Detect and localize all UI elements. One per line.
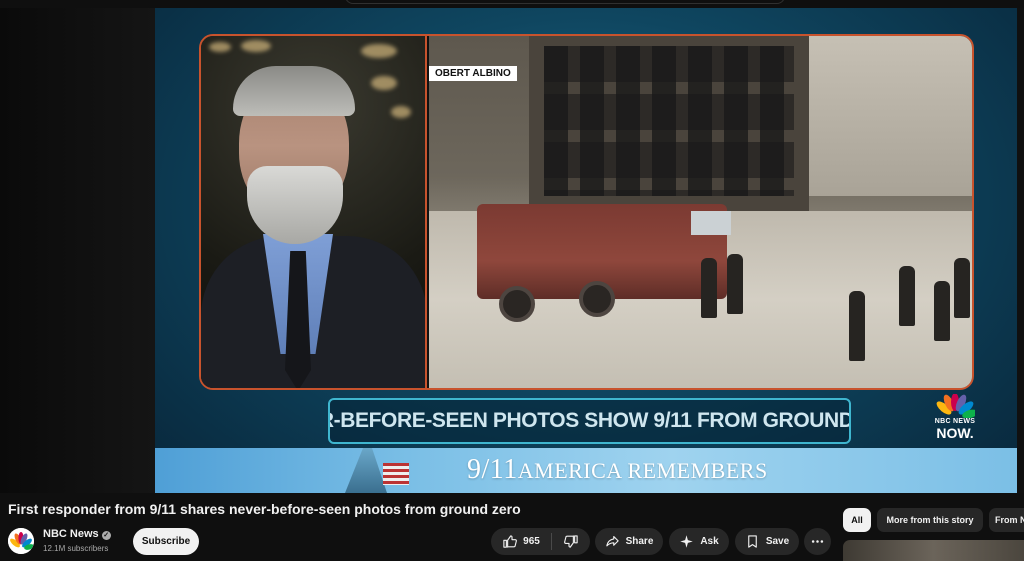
banner-title: 9/11AMERICA REMEMBERS <box>467 454 768 486</box>
ask-label: Ask <box>700 536 719 547</box>
photo-dusty-sky <box>809 36 972 196</box>
logo-text-nbc-news: NBC NEWS <box>934 418 976 425</box>
verified-icon: ✓ <box>101 531 111 540</box>
logo-text-now: NOW. <box>936 425 974 441</box>
dislike-button[interactable] <box>552 528 590 555</box>
like-count: 965 <box>523 536 540 547</box>
sparkle-icon <box>680 535 694 548</box>
search-box-edge[interactable] <box>345 0 785 4</box>
banner-flag-graphic <box>383 463 409 485</box>
chip-more-from-this-story[interactable]: More from this story <box>877 508 983 532</box>
bokeh-light <box>391 106 411 118</box>
peacock-icon <box>8 528 34 554</box>
channel-avatar[interactable] <box>8 528 34 554</box>
channel-name-row[interactable]: NBC News ✓ <box>43 528 111 540</box>
photo-credit-tag: OBERT ALBINO <box>429 66 517 81</box>
subscriber-count: 12.1M subscribers <box>43 544 109 553</box>
america-remembers-banner: 9/11AMERICA REMEMBERS <box>155 448 1017 493</box>
banner-title-text: AMERICA REMEMBERS <box>517 458 768 483</box>
photo-truck-wheel <box>499 286 535 322</box>
masthead <box>0 0 1024 8</box>
chip-from-channel[interactable]: From N <box>989 508 1024 532</box>
bookmark-icon <box>748 535 757 548</box>
channel-name[interactable]: NBC News <box>43 528 99 540</box>
youtube-watch-page: OBERT ALBINO NEVER-BEFORE-SEEN PHOTOS SH… <box>0 0 1024 561</box>
video-headline-lower-third: NEVER-BEFORE-SEEN PHOTOS SHOW 9/11 FROM … <box>328 398 851 444</box>
peacock-icon <box>936 394 975 418</box>
bokeh-light <box>371 76 397 90</box>
thumb-up-icon <box>503 535 518 548</box>
save-label: Save <box>765 536 790 547</box>
photo-firefighter <box>701 258 717 318</box>
player-letterbox-left <box>0 8 155 493</box>
man-beard <box>247 166 343 244</box>
split-screen-frame: OBERT ALBINO <box>199 34 974 390</box>
ask-button[interactable]: Ask <box>669 528 729 555</box>
photo-firefighter <box>954 258 970 318</box>
archival-photo: OBERT ALBINO <box>429 36 972 388</box>
bokeh-light <box>241 40 271 52</box>
related-video-thumbnail[interactable] <box>843 540 1024 561</box>
photo-firefighter <box>899 266 915 326</box>
video-player[interactable]: OBERT ALBINO NEVER-BEFORE-SEEN PHOTOS SH… <box>0 8 1024 493</box>
nbc-news-now-logo: NBC NEWS NOW. <box>931 394 979 442</box>
player-letterbox-right <box>1017 8 1024 493</box>
chip-all[interactable]: All <box>843 508 871 532</box>
video-frame[interactable]: OBERT ALBINO NEVER-BEFORE-SEEN PHOTOS SH… <box>155 8 1017 493</box>
like-button[interactable]: 965 <box>491 528 551 555</box>
video-title: First responder from 9/11 shares never-b… <box>8 501 521 517</box>
save-button[interactable]: Save <box>735 528 799 555</box>
photo-firefighter <box>849 291 865 361</box>
banner-title-date: 9/11 <box>467 454 518 485</box>
photo-firefighter <box>727 254 743 314</box>
subscribe-button[interactable]: Subscribe <box>133 528 199 555</box>
thumb-down-icon <box>563 535 578 548</box>
bokeh-light <box>209 42 231 52</box>
photo-firefighter <box>934 281 950 341</box>
interview-shot <box>201 36 427 388</box>
share-button[interactable]: Share <box>595 528 663 555</box>
like-dislike-group: 965 <box>491 528 590 555</box>
bokeh-light <box>361 44 397 58</box>
more-icon <box>811 540 824 543</box>
more-actions-button[interactable] <box>804 528 831 555</box>
share-icon <box>605 535 619 547</box>
share-label: Share <box>625 536 654 547</box>
photo-truck-cab <box>691 211 731 235</box>
photo-building-windows <box>544 46 794 196</box>
man-hair <box>233 66 355 116</box>
photo-truck-wheel <box>579 281 615 317</box>
